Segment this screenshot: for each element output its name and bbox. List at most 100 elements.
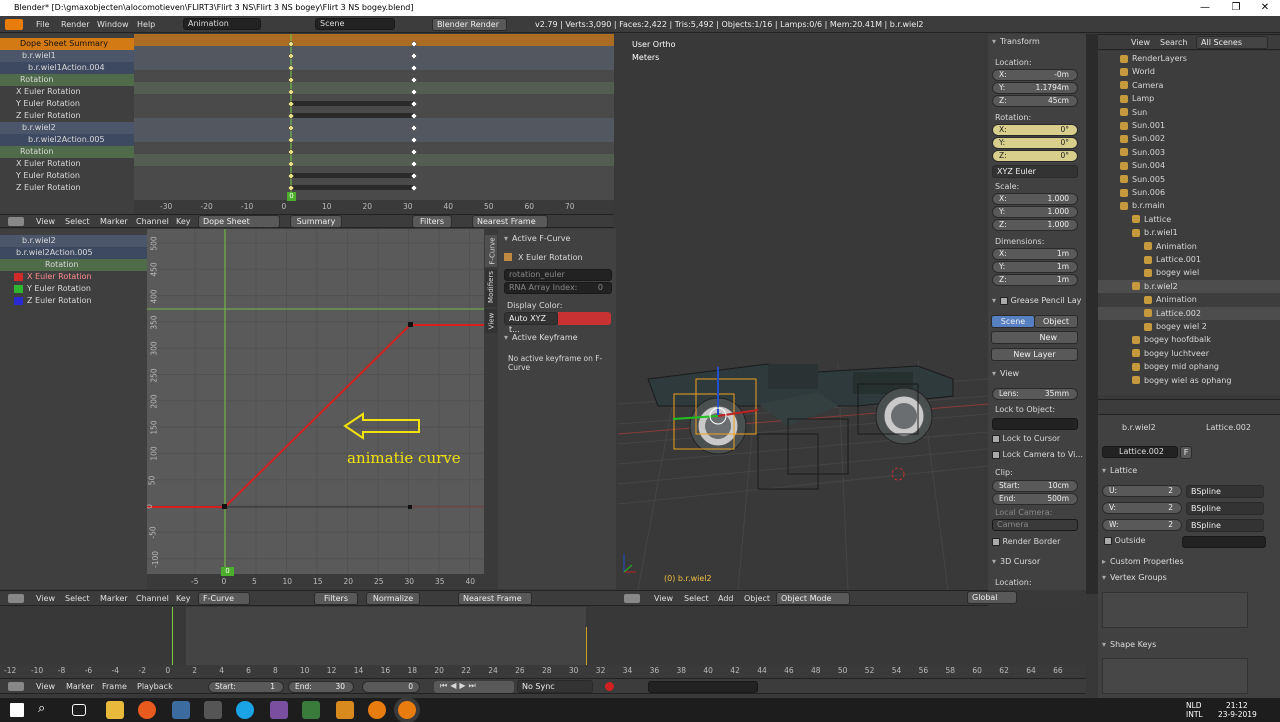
search-icon[interactable]: ⌕: [38, 701, 56, 719]
transform-panel-header[interactable]: ▾ Transform: [992, 36, 1040, 48]
dopesheet-channel[interactable]: Rotation: [0, 74, 134, 86]
outliner-item[interactable]: World: [1098, 65, 1280, 78]
lock-cursor-checkbox[interactable]: Lock to Cursor: [992, 434, 1060, 443]
graph-channel-y[interactable]: Y Euler Rotation: [0, 283, 147, 295]
outliner-item[interactable]: Lamp: [1098, 92, 1280, 105]
graph-channel-action[interactable]: b.r.wiel2Action.005: [0, 247, 147, 259]
language-indicator[interactable]: NLD: [1186, 701, 1202, 710]
dopesheet-keyframes[interactable]: [134, 34, 614, 214]
gp-object-button[interactable]: Object: [1034, 315, 1078, 328]
viewport-scene[interactable]: [618, 34, 988, 590]
custom-props-header[interactable]: ▸ Custom Properties: [1102, 556, 1184, 568]
ds-menu-marker[interactable]: Marker: [100, 217, 128, 226]
vertex-groups-header[interactable]: ▾ Vertex Groups: [1102, 572, 1167, 584]
record-button[interactable]: [605, 682, 614, 691]
timeline[interactable]: -12 -10 -8 -6 -4 -2 0 2 4 6 8 10 12 14 16 18 20 22 24 26 28 3…: [0, 607, 1098, 677]
ge-menu-view[interactable]: View: [36, 594, 55, 603]
3d-cursor-header[interactable]: ▾ 3D Cursor: [992, 556, 1040, 568]
ge-menu-key[interactable]: Key: [176, 594, 191, 603]
vp-orientation-select[interactable]: Global: [967, 591, 1017, 604]
app-icon[interactable]: [172, 701, 190, 719]
outliner-item[interactable]: Sun.005: [1098, 173, 1280, 186]
tl-menu-view[interactable]: View: [36, 682, 55, 691]
firefox-icon[interactable]: [138, 701, 156, 719]
outliner-item[interactable]: bogey luchtveer: [1098, 347, 1280, 360]
outliner-item[interactable]: bogey wiel as ophang: [1098, 374, 1280, 387]
keying-set-field[interactable]: [648, 681, 758, 693]
editor-type-icon[interactable]: [8, 682, 24, 691]
lattice-u-interp[interactable]: BSpline: [1186, 485, 1264, 498]
playback-controls[interactable]: ⏮◀▶⏭: [434, 681, 514, 693]
graph-channel-object[interactable]: b.r.wiel2: [0, 235, 147, 247]
outliner-item[interactable]: Sun.001: [1098, 119, 1280, 132]
lens-field[interactable]: Lens: 35mm: [992, 388, 1078, 400]
ge-menu-marker[interactable]: Marker: [100, 594, 128, 603]
shape-keys-list[interactable]: [1102, 658, 1248, 694]
vp-menu-select[interactable]: Select: [684, 594, 709, 603]
blender-active-icon[interactable]: [398, 701, 416, 719]
menu-render[interactable]: Render: [61, 20, 89, 29]
outliner-item[interactable]: Sun.002: [1098, 132, 1280, 145]
file-explorer-icon[interactable]: [106, 701, 124, 719]
outliner-item[interactable]: bogey wiel 2: [1098, 320, 1280, 333]
dopesheet-channel[interactable]: b.r.wiel2Action.005: [0, 134, 134, 146]
lattice-w-field[interactable]: W: 2: [1102, 519, 1182, 531]
graph-channel-group[interactable]: Rotation: [0, 259, 147, 271]
outliner-item[interactable]: Sun.003: [1098, 146, 1280, 159]
rotation-mode-select[interactable]: XYZ Euler: [992, 165, 1078, 178]
lattice-v-interp[interactable]: BSpline: [1186, 502, 1264, 515]
outliner-item[interactable]: bogey hoofdbalk: [1098, 333, 1280, 346]
outliner-item[interactable]: Sun.004: [1098, 159, 1280, 172]
blender-icon[interactable]: [5, 19, 23, 30]
scene-field[interactable]: Scene: [315, 18, 395, 30]
dopesheet-channel[interactable]: Z Euler Rotation: [0, 182, 134, 194]
render-engine-select[interactable]: Blender Render: [432, 18, 507, 31]
outliner-item[interactable]: Animation: [1098, 293, 1280, 306]
outliner-item[interactable]: bogey wiel: [1098, 266, 1280, 279]
outliner-menu-search[interactable]: Search: [1160, 38, 1187, 47]
clock-date[interactable]: 23-9-2019: [1218, 710, 1257, 719]
graph-editor[interactable]: 500450400350300250200150100500-50-100 -5…: [147, 229, 484, 589]
gp-scene-button[interactable]: Scene: [991, 315, 1035, 328]
ds-menu-key[interactable]: Key: [176, 217, 191, 226]
editor-type-icon[interactable]: [624, 594, 640, 603]
vp-menu-object[interactable]: Object: [744, 594, 770, 603]
ge-snap-select[interactable]: Nearest Frame: [458, 592, 532, 605]
windows-start-icon[interactable]: [10, 703, 24, 717]
dopesheet-channel[interactable]: b.r.wiel2: [0, 122, 134, 134]
ds-menu-channel[interactable]: Channel: [136, 217, 169, 226]
tab-view[interactable]: View: [485, 309, 497, 333]
blender-taskbar-icon[interactable]: [368, 701, 386, 719]
dopesheet-channel[interactable]: Y Euler Rotation: [0, 98, 134, 110]
location-field-0[interactable]: X: -0m: [992, 69, 1078, 81]
dopesheet-editor[interactable]: -30 -20 -10 0 10 20 30 40 50 60 70 0: [134, 34, 614, 214]
dopesheet-channel[interactable]: Rotation: [0, 146, 134, 158]
outliner-item[interactable]: b.r.wiel2: [1098, 279, 1280, 293]
outside-checkbox[interactable]: Outside: [1104, 536, 1145, 545]
app-icon[interactable]: [270, 701, 288, 719]
lattice-u-field[interactable]: U: 2: [1102, 485, 1182, 497]
outliner-filter-select[interactable]: All Scenes: [1196, 36, 1268, 49]
dimensions-field-2[interactable]: Z: 1m: [992, 274, 1078, 286]
dopesheet-channel[interactable]: b.r.wiel1Action.004: [0, 62, 134, 74]
tl-menu-playback[interactable]: Playback: [137, 682, 173, 691]
active-keyframe-header[interactable]: ▾ Active Keyframe: [504, 332, 578, 344]
ds-mode-select[interactable]: Dope Sheet: [198, 215, 280, 228]
dimensions-field-0[interactable]: X: 1m: [992, 248, 1078, 260]
vp-menu-view[interactable]: View: [654, 594, 673, 603]
vertex-groups-list[interactable]: [1102, 592, 1248, 628]
lattice-panel-header[interactable]: ▾ Lattice: [1102, 465, 1137, 477]
clip-end-field[interactable]: End: 500m: [992, 493, 1078, 505]
curve-color-swatch[interactable]: [558, 312, 611, 325]
shape-keys-header[interactable]: ▾ Shape Keys: [1102, 639, 1156, 651]
calculator-icon[interactable]: [204, 701, 222, 719]
ds-menu-view[interactable]: View: [36, 217, 55, 226]
ds-menu-select[interactable]: Select: [65, 217, 90, 226]
sync-mode-select[interactable]: No Sync: [517, 680, 593, 693]
vp-mode-select[interactable]: Object Mode: [776, 592, 850, 605]
outliner-item[interactable]: RenderLayers: [1098, 52, 1280, 65]
tl-menu-frame[interactable]: Frame: [102, 682, 127, 691]
tab-fcurve[interactable]: F-Curve: [485, 235, 497, 267]
playback-buttons-icon[interactable]: ⏮◀▶⏭: [434, 681, 479, 690]
close-button[interactable]: ✕: [1250, 0, 1280, 16]
